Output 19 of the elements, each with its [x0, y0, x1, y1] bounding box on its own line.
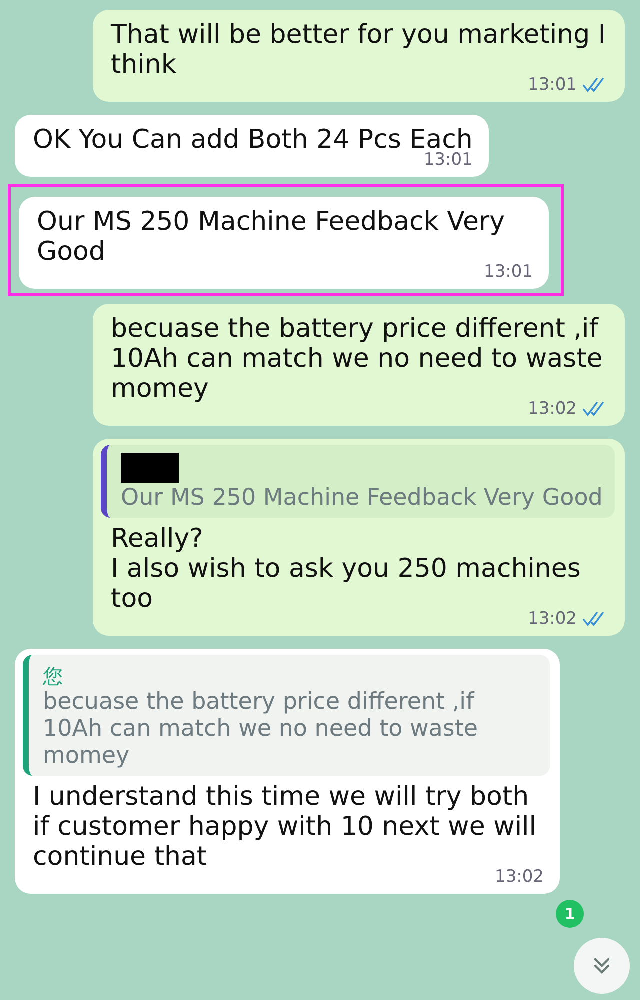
unread-badge: 1 [556, 900, 584, 928]
message-bubble[interactable]: 您 becuase the battery price different ,if 10Ah can match we no need to waste momey I understand this time we will try both if customer happy with 10 next we will continue that 13:02 [15, 649, 560, 894]
quoted-message[interactable]: 您 becuase the battery price different ,if 10Ah can match we no need to waste momey [23, 655, 550, 776]
message-bubble[interactable]: Our MS 250 Machine Feedback Very Good Really? I also wish to ask you 250 machines too 13:02 [93, 439, 625, 636]
message-bubble[interactable]: That will be better for you marketing I think 13:01 [93, 10, 625, 102]
message-time: 13:02 [528, 609, 577, 629]
quote-author: 您 [43, 663, 64, 689]
message-time: 13:01 [528, 75, 577, 95]
message-time: 13:01 [424, 150, 473, 170]
message-bubble[interactable]: becuase the battery price different ,if 10Ah can match we no need to waste momey 13:02 [93, 304, 625, 426]
quote-text: becuase the battery price different ,if 10Ah can match we no need to waste momey [43, 689, 480, 770]
message-time: 13:02 [528, 399, 577, 419]
message-time: 13:01 [484, 262, 533, 282]
message-time: 13:02 [495, 867, 544, 887]
quote-text: Our MS 250 Machine Feedback Very Good [121, 485, 603, 512]
message-bubble[interactable]: Our MS 250 Machine Feedback Very Good 13:01 [19, 197, 549, 289]
quoted-message[interactable]: Our MS 250 Machine Feedback Very Good [101, 445, 615, 518]
redaction-bar [121, 453, 179, 483]
message-bubble[interactable]: OK You Can add Both 24 Pcs Each 13:01 [15, 115, 489, 177]
